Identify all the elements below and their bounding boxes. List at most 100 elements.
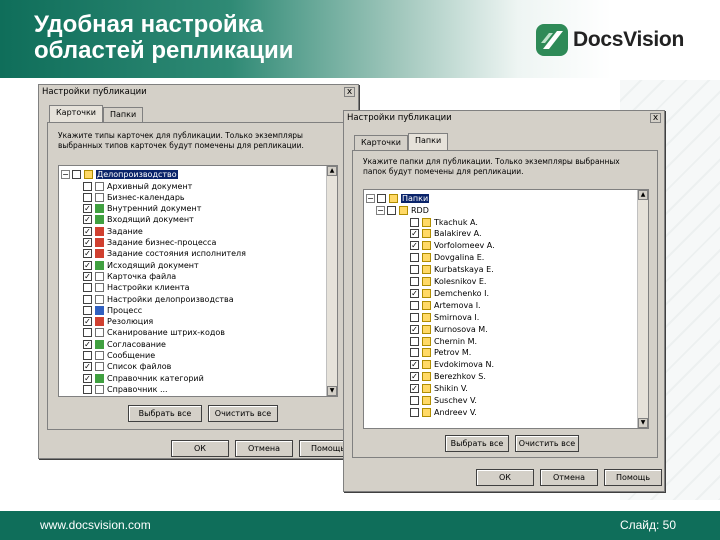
- select-all-button[interactable]: Выбрать все: [128, 405, 202, 422]
- card-type-row[interactable]: Процесс: [83, 304, 142, 316]
- scroll-down-icon[interactable]: ▼: [327, 386, 337, 396]
- folder-checkbox[interactable]: ✓: [410, 229, 419, 239]
- folder-row[interactable]: Chernin M.: [410, 335, 477, 347]
- card-type-checkbox[interactable]: [83, 328, 92, 338]
- folder-checkbox[interactable]: [410, 253, 419, 263]
- card-type-row[interactable]: ✓ Согласование: [83, 338, 166, 350]
- collapse-icon[interactable]: −: [376, 205, 385, 215]
- card-type-checkbox[interactable]: ✓: [83, 215, 92, 225]
- card-type-row[interactable]: ✓ Резолюция: [83, 316, 153, 328]
- card-type-row[interactable]: ✓ Справочник категорий: [83, 372, 204, 384]
- card-type-checkbox[interactable]: ✓: [83, 271, 92, 281]
- close-icon[interactable]: x: [650, 113, 661, 123]
- tree-root-row[interactable]: − Папки: [366, 192, 430, 204]
- folder-row[interactable]: Kurbatskaya E.: [410, 264, 494, 276]
- folder-row[interactable]: ✓ Demchenko I.: [410, 287, 489, 299]
- card-type-checkbox[interactable]: ✓: [83, 238, 92, 247]
- vertical-scrollbar[interactable]: ▲ ▼: [637, 190, 648, 428]
- card-type-checkbox[interactable]: ✓: [83, 226, 92, 236]
- folder-row[interactable]: ✓ Kurnosova M.: [410, 323, 488, 335]
- card-type-row[interactable]: Сканирование штрих-кодов: [83, 327, 225, 339]
- scroll-down-icon[interactable]: ▼: [638, 418, 648, 428]
- card-type-checkbox[interactable]: ✓: [83, 260, 92, 270]
- folder-row[interactable]: ✓ Berezhkov S.: [410, 371, 486, 383]
- folders-tree[interactable]: − Папки − RDD Tkachuk A. ✓ Balakirev A. ✓ Vo…: [363, 189, 649, 429]
- clear-all-button[interactable]: Очистить все: [515, 435, 579, 452]
- folder-row[interactable]: ✓ Balakirev A.: [410, 228, 482, 240]
- card-type-row[interactable]: ✓ Задание состояния исполнителя: [83, 248, 246, 260]
- card-type-checkbox[interactable]: [83, 192, 92, 202]
- folder-row[interactable]: ✓ Evdokimova N.: [410, 359, 494, 371]
- folder-checkbox[interactable]: ✓: [410, 384, 419, 394]
- collapse-icon[interactable]: −: [366, 193, 375, 203]
- cancel-button[interactable]: Отмена: [235, 440, 293, 457]
- card-type-checkbox[interactable]: [83, 351, 92, 360]
- card-types-tree[interactable]: − Делопроизводство Архивный документ Бизн…: [58, 165, 338, 397]
- folder-row[interactable]: Kolesnikov E.: [410, 276, 486, 288]
- scroll-up-icon[interactable]: ▲: [327, 166, 337, 176]
- tab-cards[interactable]: Карточки: [49, 105, 103, 122]
- card-type-checkbox[interactable]: [83, 384, 92, 394]
- folder-row[interactable]: ✓ Vorfolomeev A.: [410, 240, 495, 252]
- tab-folders[interactable]: Папки: [407, 133, 449, 150]
- folder-checkbox[interactable]: [410, 407, 419, 417]
- root-checkbox[interactable]: [377, 193, 386, 203]
- card-type-checkbox[interactable]: ✓: [83, 362, 92, 372]
- card-type-row[interactable]: ✓ Задание бизнес-процесса: [83, 237, 216, 249]
- folder-checkbox[interactable]: ✓: [410, 324, 419, 334]
- folder-checkbox[interactable]: [410, 277, 419, 286]
- folder-checkbox[interactable]: ✓: [410, 241, 419, 251]
- card-type-row[interactable]: ✓ Внутренний документ: [83, 203, 201, 215]
- folder-row[interactable]: Andreev V.: [410, 406, 477, 418]
- card-type-row[interactable]: Архивный документ: [83, 180, 192, 192]
- clear-all-button[interactable]: Очистить все: [208, 405, 278, 422]
- folder-row[interactable]: ✓ Shikin V.: [410, 383, 468, 395]
- card-type-checkbox[interactable]: [83, 181, 92, 191]
- ok-button[interactable]: ОК: [171, 440, 229, 457]
- card-type-row[interactable]: ✓ Список файлов: [83, 361, 171, 373]
- tree-sub-row[interactable]: − RDD: [376, 204, 429, 216]
- folder-row[interactable]: Tkachuk A.: [410, 216, 478, 228]
- folder-checkbox[interactable]: [410, 348, 419, 358]
- help-button[interactable]: Помощь: [604, 469, 662, 486]
- footer-url[interactable]: www.docsvision.com: [40, 518, 151, 532]
- scroll-up-icon[interactable]: ▲: [638, 190, 648, 200]
- folder-checkbox[interactable]: [410, 217, 419, 227]
- folder-row[interactable]: Suschev V.: [410, 395, 477, 407]
- tree-root-row[interactable]: − Делопроизводство: [61, 168, 178, 180]
- card-type-checkbox[interactable]: [83, 305, 92, 315]
- card-type-row[interactable]: Бизнес-календарь: [83, 191, 185, 203]
- ok-button[interactable]: ОК: [476, 469, 534, 486]
- card-type-row[interactable]: Настройки клиента: [83, 282, 190, 294]
- sub-checkbox[interactable]: [387, 205, 396, 215]
- select-all-button[interactable]: Выбрать все: [445, 435, 509, 452]
- cancel-button[interactable]: Отмена: [540, 469, 598, 486]
- card-type-checkbox[interactable]: [83, 294, 92, 304]
- card-type-checkbox[interactable]: ✓: [83, 249, 92, 259]
- collapse-icon[interactable]: −: [61, 169, 70, 179]
- card-type-row[interactable]: Сообщение: [83, 350, 155, 362]
- card-type-row[interactable]: Справочник ...: [83, 383, 168, 395]
- card-type-checkbox[interactable]: [83, 283, 92, 293]
- root-checkbox[interactable]: [72, 169, 81, 179]
- folder-checkbox[interactable]: ✓: [410, 288, 419, 298]
- card-type-row[interactable]: ✓ Исходящий документ: [83, 259, 199, 271]
- tab-folders[interactable]: Папки: [102, 107, 144, 122]
- folder-checkbox[interactable]: [410, 312, 419, 322]
- folder-row[interactable]: Artemova I.: [410, 299, 481, 311]
- folder-row[interactable]: Dovgalina E.: [410, 252, 484, 264]
- card-type-checkbox[interactable]: ✓: [83, 373, 92, 383]
- close-icon[interactable]: x: [344, 87, 355, 97]
- folder-checkbox[interactable]: ✓: [410, 372, 419, 382]
- card-type-checkbox[interactable]: ✓: [83, 317, 92, 327]
- card-type-checkbox[interactable]: ✓: [83, 339, 92, 349]
- folder-checkbox[interactable]: [410, 300, 419, 310]
- vertical-scrollbar[interactable]: ▲ ▼: [326, 166, 337, 396]
- folder-checkbox[interactable]: [410, 396, 419, 405]
- folder-checkbox[interactable]: [410, 265, 419, 275]
- folder-checkbox[interactable]: [410, 336, 419, 346]
- card-type-checkbox[interactable]: ✓: [83, 204, 92, 214]
- card-type-row[interactable]: ✓ Входящий документ: [83, 214, 194, 226]
- tab-cards[interactable]: Карточки: [354, 135, 408, 150]
- folder-checkbox[interactable]: ✓: [410, 360, 419, 370]
